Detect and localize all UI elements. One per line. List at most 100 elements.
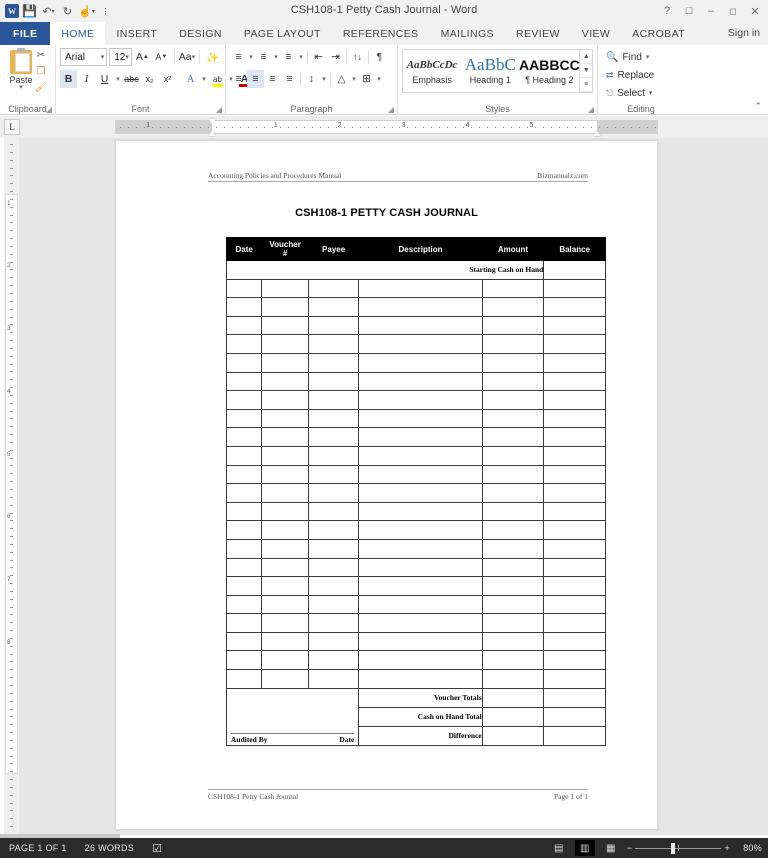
cell-amount[interactable] [481, 427, 545, 447]
table-row[interactable] [225, 297, 606, 317]
read-mode-button[interactable]: ▤ [549, 840, 569, 856]
cell-balance[interactable] [543, 352, 606, 373]
multilevel-chevron-icon[interactable]: ▾ [297, 48, 305, 66]
cell-total-balance[interactable] [543, 687, 606, 708]
cell-balance[interactable] [543, 297, 606, 317]
cell-date[interactable] [225, 613, 263, 633]
cell-balance[interactable] [543, 613, 606, 633]
table-row[interactable] [225, 408, 606, 429]
cell-description[interactable] [358, 390, 483, 410]
cell-date[interactable] [225, 464, 263, 485]
cell-voucher[interactable] [261, 557, 309, 578]
cell-voucher[interactable] [261, 631, 309, 652]
cell-description[interactable] [358, 594, 483, 615]
subscript-button[interactable]: x₂ [141, 70, 158, 88]
cell-description[interactable] [358, 520, 483, 540]
cell-description[interactable] [358, 613, 483, 633]
cell-description[interactable] [358, 631, 483, 652]
cell-voucher[interactable] [261, 576, 309, 596]
cell-voucher[interactable] [261, 352, 309, 373]
cell-description[interactable] [358, 669, 483, 689]
cell-date[interactable] [225, 427, 263, 447]
cell-balance[interactable] [543, 464, 606, 485]
table-row[interactable] [225, 464, 606, 485]
vertical-ruler[interactable]: 12345678 [4, 138, 19, 835]
cell-date[interactable] [225, 278, 263, 299]
cell-date[interactable] [225, 557, 263, 578]
font-family-input[interactable]: Arial ▾ [60, 48, 108, 66]
cell-date[interactable] [225, 576, 263, 596]
table-row[interactable] [225, 501, 606, 522]
text-effects-button[interactable]: A [182, 70, 199, 88]
numbering-chevron-icon[interactable]: ▾ [272, 48, 280, 66]
shading-chevron-icon[interactable]: ▾ [350, 70, 358, 88]
numbering-button[interactable]: ≡ [255, 48, 272, 66]
change-case-button[interactable]: Aa ▾ [178, 48, 195, 66]
cell-payee[interactable] [307, 520, 360, 540]
bullets-button[interactable]: ≡ [230, 48, 247, 66]
cell-description[interactable] [358, 297, 483, 317]
cell-payee[interactable] [307, 538, 360, 559]
cell-payee[interactable] [307, 483, 360, 503]
zoom-in-button[interactable]: + [724, 843, 730, 853]
show-formatting-marks-button[interactable]: ¶ [371, 48, 388, 66]
cell-description[interactable] [358, 501, 483, 522]
underline-chevron-icon[interactable]: ▾ [114, 70, 122, 88]
cell-amount[interactable] [481, 464, 545, 485]
cell-balance[interactable] [543, 520, 606, 540]
paste-button[interactable]: Paste ▾ [4, 48, 38, 91]
cell-payee[interactable] [307, 613, 360, 633]
cell-balance[interactable] [543, 483, 606, 503]
cell-balance[interactable] [543, 334, 606, 354]
cell-date[interactable] [225, 501, 263, 522]
cell-balance[interactable] [543, 501, 606, 522]
document-page[interactable]: Accounting Policies and Procedures Manua… [115, 140, 658, 830]
cell-voucher[interactable] [261, 464, 309, 485]
table-row[interactable] [225, 315, 606, 336]
text-highlight-button[interactable]: ab [209, 70, 226, 88]
cell-total-amount[interactable] [481, 725, 545, 746]
zoom-slider[interactable]: − + [627, 843, 730, 854]
table-row[interactable] [225, 445, 606, 466]
cell-description[interactable] [358, 334, 483, 354]
cell-date[interactable] [225, 371, 263, 392]
cell-amount[interactable] [481, 613, 545, 633]
cell-balance[interactable] [543, 260, 606, 280]
clipboard-dialog-launcher[interactable]: ◢ [46, 105, 52, 114]
cell-amount[interactable] [481, 538, 545, 559]
tab-home[interactable]: HOME [50, 22, 106, 45]
cell-balance[interactable] [543, 576, 606, 596]
cell-balance[interactable] [543, 278, 606, 299]
find-button[interactable]: 🔍 Find ▾ [602, 48, 680, 66]
cell-amount[interactable] [481, 483, 545, 503]
cell-description[interactable] [358, 576, 483, 596]
cell-voucher[interactable] [261, 334, 309, 354]
close-button[interactable]: ✕ [744, 1, 766, 21]
cell-description[interactable] [358, 427, 483, 447]
cell-voucher[interactable] [261, 445, 309, 466]
cell-payee[interactable] [307, 390, 360, 410]
cell-date[interactable] [225, 631, 263, 652]
font-dialog-launcher[interactable]: ◢ [216, 105, 222, 114]
tab-mailings[interactable]: MAILINGS [430, 22, 505, 45]
cell-description[interactable] [358, 278, 483, 299]
borders-button[interactable]: ⊞ [358, 70, 375, 88]
cell-description[interactable] [358, 538, 483, 559]
cell-balance[interactable] [543, 557, 606, 578]
style-item-heading-2[interactable]: AABBCC ¶ Heading 2 [519, 50, 580, 92]
shading-button[interactable]: △ [333, 70, 350, 88]
tab-file[interactable]: FILE [0, 22, 51, 45]
cell-date[interactable] [225, 297, 263, 317]
cell-voucher[interactable] [261, 297, 309, 317]
underline-button[interactable]: U [96, 70, 113, 88]
chevron-down-icon[interactable]: ▾ [101, 53, 105, 61]
cell-date[interactable] [225, 594, 263, 615]
table-row[interactable] [225, 669, 606, 689]
styles-scroll-up-button[interactable]: ▲ [580, 50, 593, 64]
cell-balance[interactable] [543, 650, 606, 671]
cell-amount[interactable] [481, 520, 545, 540]
table-row[interactable] [225, 650, 606, 671]
collapse-ribbon-button[interactable]: ⌃ [754, 101, 762, 112]
cell-voucher[interactable] [261, 613, 309, 633]
proofing-errors-icon[interactable]: ☑ [143, 842, 171, 855]
